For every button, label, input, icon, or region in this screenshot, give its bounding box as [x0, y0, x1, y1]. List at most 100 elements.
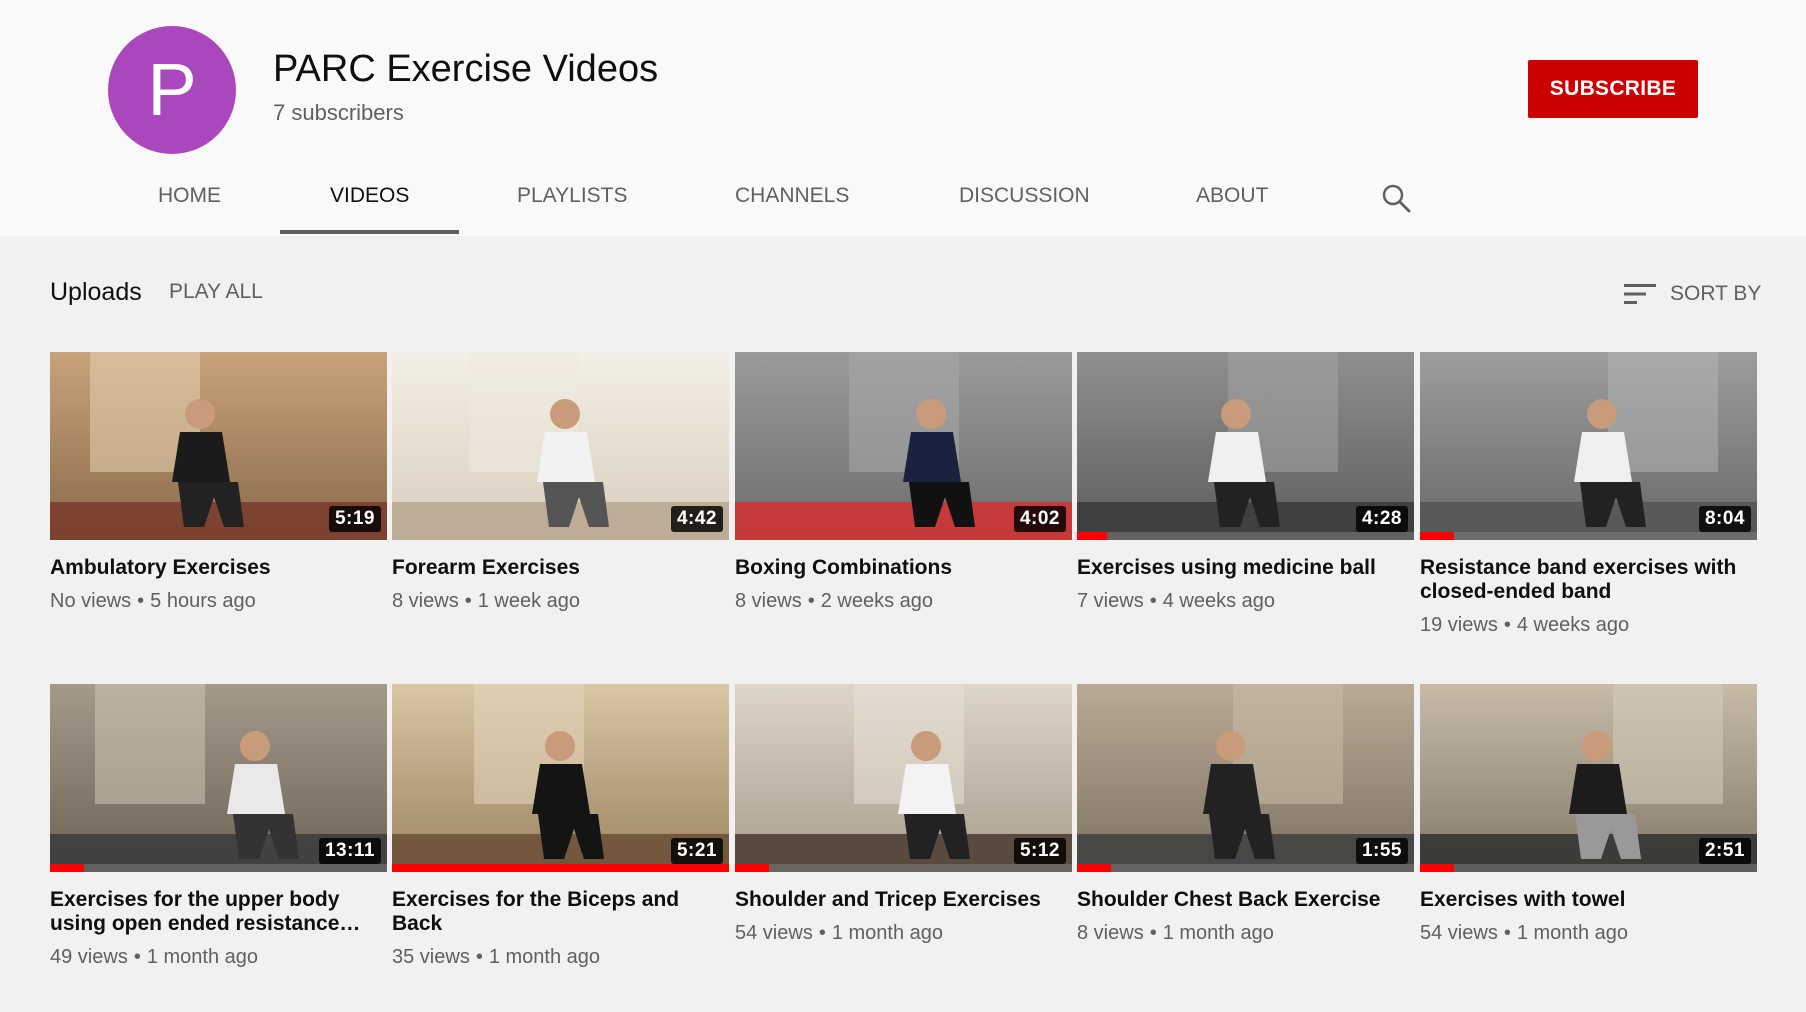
meta-separator: • — [137, 590, 145, 612]
video-age: 1 month ago — [1516, 922, 1629, 944]
tab-about[interactable]: ABOUT — [1196, 184, 1268, 208]
video-views: 54 views — [735, 922, 813, 944]
video-thumbnail[interactable]: 4:28 — [1077, 352, 1414, 540]
meta-separator: • — [1149, 922, 1157, 944]
video-title[interactable]: Shoulder Chest Back Exercise — [1077, 888, 1414, 912]
video-title[interactable]: Exercises using medicine ball — [1077, 556, 1414, 580]
tab-playlists[interactable]: PLAYLISTS — [517, 184, 628, 208]
section-title: Uploads — [50, 278, 142, 306]
video-duration: 1:55 — [1355, 838, 1408, 864]
subscribe-button[interactable]: SUBSCRIBE — [1528, 60, 1698, 118]
video-thumbnail[interactable]: 1:55 — [1077, 684, 1414, 872]
video-title[interactable]: Boxing Combinations — [735, 556, 1072, 580]
video-card[interactable]: 4:02 Boxing Combinations 8 views • 2 weeks… — [735, 352, 1072, 613]
search-icon[interactable] — [1380, 182, 1412, 214]
active-tab-indicator — [280, 230, 459, 234]
video-age: 1 month ago — [146, 946, 259, 968]
video-meta: 8 views • 2 weeks ago — [735, 590, 1072, 613]
video-age: 1 month ago — [831, 922, 944, 944]
video-title[interactable]: Shoulder and Tricep Exercises — [735, 888, 1072, 912]
watch-progress-bar — [1077, 864, 1414, 872]
video-title[interactable]: Exercises with towel — [1420, 888, 1757, 912]
video-title[interactable]: Forearm Exercises — [392, 556, 729, 580]
sort-by-button[interactable]: SORT BY — [1624, 276, 1761, 312]
video-title[interactable]: Exercises for the Biceps and Back — [392, 888, 729, 936]
video-views: 8 views — [1077, 922, 1144, 944]
watch-progress-fill — [1077, 532, 1108, 540]
video-meta: 19 views • 4 weeks ago — [1420, 614, 1757, 637]
video-age: 1 month ago — [488, 946, 601, 968]
video-thumbnail[interactable]: 13:11 — [50, 684, 387, 872]
video-age: 1 week ago — [477, 590, 581, 612]
video-card[interactable]: 5:19 Ambulatory Exercises No views • 5 hou… — [50, 352, 387, 613]
tab-discussion[interactable]: DISCUSSION — [959, 184, 1090, 208]
video-card[interactable]: 2:51 Exercises with towel 54 views • 1 mon… — [1420, 684, 1757, 945]
video-age: 4 weeks ago — [1516, 614, 1630, 636]
video-meta: 35 views • 1 month ago — [392, 946, 729, 969]
video-duration: 5:12 — [1013, 838, 1066, 864]
channel-name: PARC Exercise Videos — [273, 48, 659, 90]
meta-separator: • — [1503, 614, 1511, 636]
video-meta: 54 views • 1 month ago — [735, 922, 1072, 945]
video-title[interactable]: Resistance band exercises with closed-en… — [1420, 556, 1757, 604]
sort-icon — [1624, 284, 1656, 304]
video-title[interactable]: Exercises for the upper body using open … — [50, 888, 387, 936]
video-thumbnail[interactable]: 4:02 — [735, 352, 1072, 540]
sort-by-label: SORT BY — [1670, 282, 1762, 305]
watch-progress-bar — [1077, 532, 1414, 540]
video-card[interactable]: 1:55 Shoulder Chest Back Exercise 8 view… — [1077, 684, 1414, 945]
watch-progress-fill — [1420, 532, 1454, 540]
tab-videos[interactable]: VIDEOS — [330, 184, 409, 208]
video-thumbnail[interactable]: 8:04 — [1420, 352, 1757, 540]
video-views: 49 views — [50, 946, 128, 968]
watch-progress-bar — [392, 864, 729, 872]
video-duration: 2:51 — [1698, 838, 1751, 864]
video-card[interactable]: 5:21 Exercises for the Biceps and Back 3… — [392, 684, 729, 969]
video-views: 7 views — [1077, 590, 1144, 612]
watch-progress-fill — [392, 864, 729, 872]
video-card[interactable]: 8:04 Resistance band exercises with clos… — [1420, 352, 1757, 637]
video-thumbnail[interactable]: 4:42 — [392, 352, 729, 540]
video-duration: 8:04 — [1698, 506, 1751, 532]
video-age: 1 month ago — [1162, 922, 1274, 944]
watch-progress-bar — [1420, 864, 1757, 872]
video-thumbnail[interactable]: 5:19 — [50, 352, 387, 540]
video-duration: 13:11 — [318, 838, 381, 864]
video-views: 19 views — [1420, 614, 1498, 636]
subscriber-count: 7 subscribers — [273, 100, 404, 125]
channel-avatar[interactable]: P — [108, 26, 236, 154]
video-age: 4 weeks ago — [1162, 590, 1276, 612]
watch-progress-fill — [50, 864, 84, 872]
video-thumbnail[interactable]: 2:51 — [1420, 684, 1757, 872]
video-card[interactable]: 5:12 Shoulder and Tricep Exercises 54 vi… — [735, 684, 1072, 945]
video-thumbnail[interactable]: 5:21 — [392, 684, 729, 872]
video-views: 8 views — [392, 590, 459, 612]
video-card[interactable]: 13:11 Exercises for the upper body using… — [50, 684, 387, 969]
channel-tabs: HOME VIDEOS PLAYLISTS CHANNELS DISCUSSIO… — [0, 170, 1806, 236]
meta-separator: • — [807, 590, 815, 612]
tab-home[interactable]: HOME — [158, 184, 221, 208]
video-meta: No views • 5 hours ago — [50, 590, 387, 613]
video-card[interactable]: 4:28 Exercises using medicine ball 7 vie… — [1077, 352, 1414, 613]
video-duration: 4:02 — [1013, 506, 1066, 532]
tab-channels[interactable]: CHANNELS — [735, 184, 849, 208]
watch-progress-bar — [735, 864, 1072, 872]
meta-separator: • — [1503, 922, 1511, 944]
channel-header: P PARC Exercise Videos 7 subscribers SUB… — [0, 0, 1806, 236]
meta-separator: • — [475, 946, 483, 968]
meta-separator: • — [1149, 590, 1157, 612]
video-duration: 4:42 — [670, 506, 723, 532]
video-views: No views — [50, 590, 132, 612]
watch-progress-bar — [50, 864, 387, 872]
meta-separator: • — [464, 590, 472, 612]
video-meta: 54 views • 1 month ago — [1420, 922, 1757, 945]
play-all-button[interactable]: PLAY ALL — [169, 280, 263, 304]
video-meta: 8 views • 1 month ago — [1077, 922, 1414, 945]
watch-progress-fill — [735, 864, 769, 872]
video-views: 54 views — [1420, 922, 1498, 944]
meta-separator: • — [133, 946, 141, 968]
watch-progress-bar — [1420, 532, 1757, 540]
video-title[interactable]: Ambulatory Exercises — [50, 556, 387, 580]
video-card[interactable]: 4:42 Forearm Exercises 8 views • 1 week ag… — [392, 352, 729, 613]
video-thumbnail[interactable]: 5:12 — [735, 684, 1072, 872]
